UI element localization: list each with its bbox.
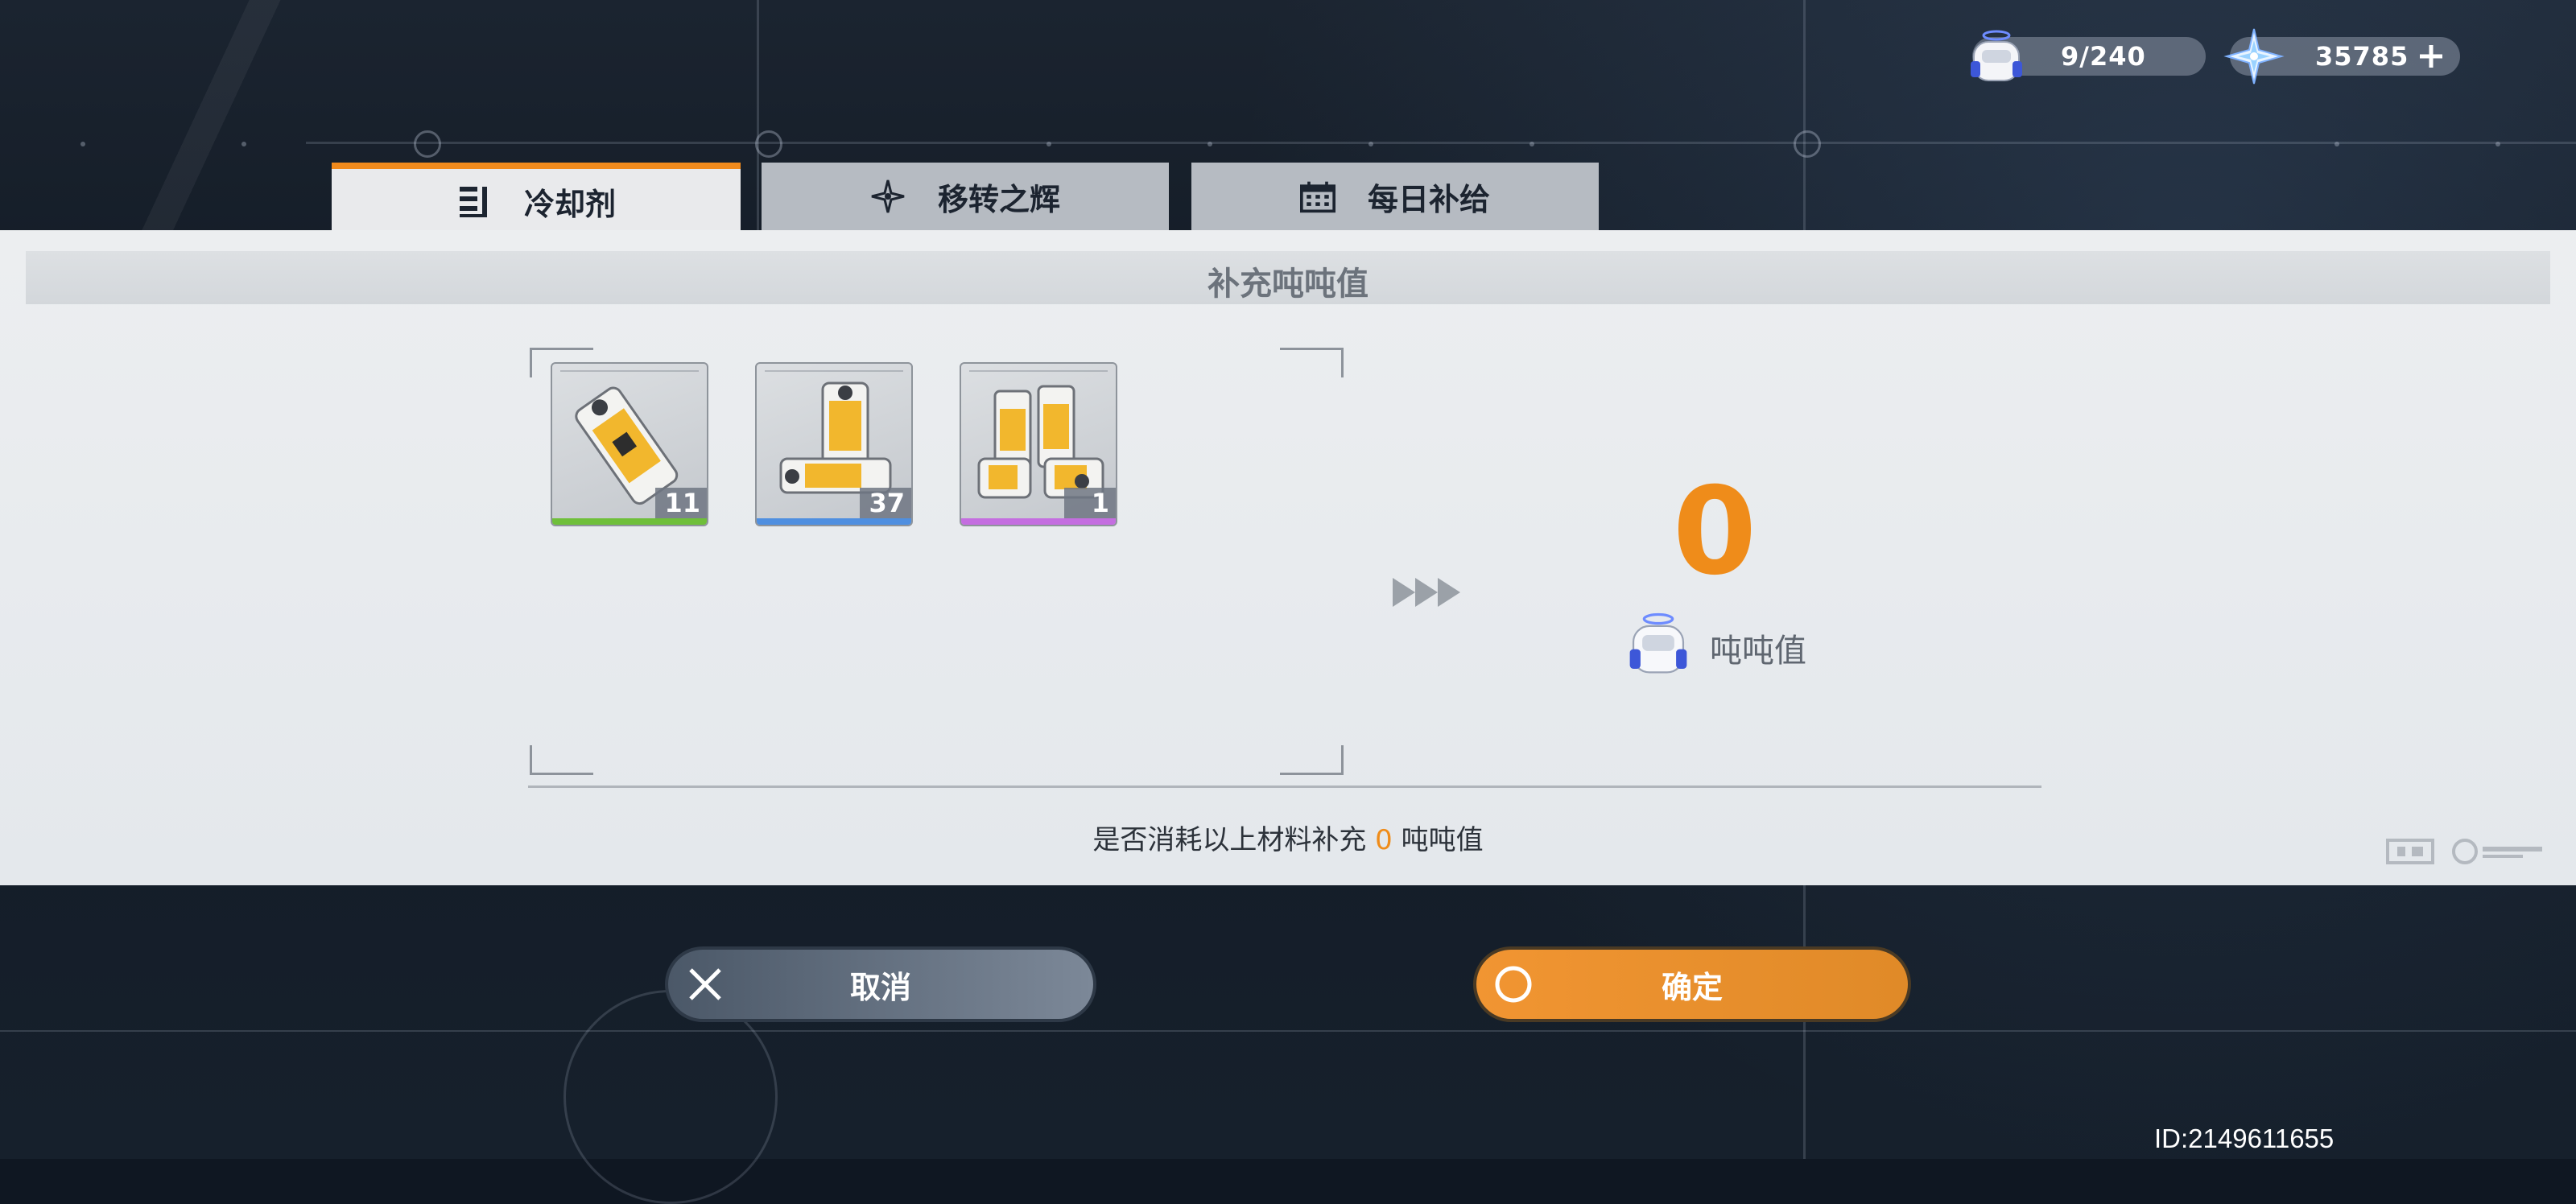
robot-icon <box>1971 30 2022 81</box>
add-crystal-button[interactable] <box>2415 40 2447 72</box>
cancel-label: 取消 <box>849 969 911 1005</box>
frame-corner <box>1280 745 1344 775</box>
coolant-item-small[interactable]: 11 <box>551 362 708 526</box>
confirm-question: 是否消耗以上材料补充 0 吨吨值 <box>0 818 2576 857</box>
frame-corner <box>1280 348 1344 377</box>
tab-coolant-label: 冷却剂 <box>523 186 616 222</box>
triple-arrow-icon <box>1393 578 1460 607</box>
rarity-bar-purple <box>961 518 1116 525</box>
crystal-value: 35785 <box>2315 41 2409 72</box>
studio-logo-icon <box>2386 839 2434 864</box>
item-count: 11 <box>655 488 707 518</box>
tab-daily-supply[interactable]: 每日补给 <box>1191 163 1599 230</box>
cancel-button[interactable]: 取消 <box>665 946 1096 1022</box>
stamina-value: 9/240 <box>2061 41 2146 72</box>
result-value: 0 <box>1672 462 1757 602</box>
tab-transfer-glow[interactable]: 移转之辉 <box>762 163 1169 230</box>
coolant-item-medium[interactable]: 37 <box>755 362 913 526</box>
confirm-suffix: 吨吨值 <box>1401 824 1484 856</box>
confirm-amount: 0 <box>1375 824 1393 856</box>
game-logo-icon <box>2452 839 2542 864</box>
coolant-item-large[interactable]: 1 <box>960 362 1117 526</box>
panel-title: 补充吨吨值 <box>1208 266 1368 303</box>
crystal-counter: 35785 <box>2223 28 2460 85</box>
coolant-list-icon <box>459 187 487 217</box>
rarity-bar-blue <box>757 518 911 525</box>
item-count: 1 <box>1064 488 1116 518</box>
confirm-label: 确定 <box>1661 969 1723 1005</box>
item-count: 37 <box>860 488 911 518</box>
calendar-icon <box>1299 181 1335 213</box>
tab-coolant[interactable]: 冷却剂 <box>332 163 741 233</box>
watermark-logos <box>2386 835 2547 868</box>
refill-panel: 补充吨吨值 11 37 1 0 吨吨值 是否消耗以上材料补充 0 吨吨值 <box>0 230 2576 885</box>
tab-transfer-glow-label: 移转之辉 <box>937 181 1060 217</box>
tab-daily-supply-label: 每日补给 <box>1367 181 1490 217</box>
confirm-button[interactable]: 确定 <box>1473 946 1911 1022</box>
star-icon <box>871 179 905 213</box>
rarity-bar-green <box>552 518 707 525</box>
divider <box>528 785 2041 788</box>
robot-icon <box>1629 612 1687 674</box>
frame-corner <box>530 745 593 775</box>
panel-title-bar: 补充吨吨值 <box>26 251 2550 304</box>
result-label: 吨吨值 <box>1710 633 1806 670</box>
crystal-icon <box>2223 28 2285 85</box>
user-id: ID:2149611655 <box>2154 1124 2334 1153</box>
confirm-prefix: 是否消耗以上材料补充 <box>1092 824 1367 856</box>
stamina-counter: 9/240 <box>1971 30 2206 81</box>
